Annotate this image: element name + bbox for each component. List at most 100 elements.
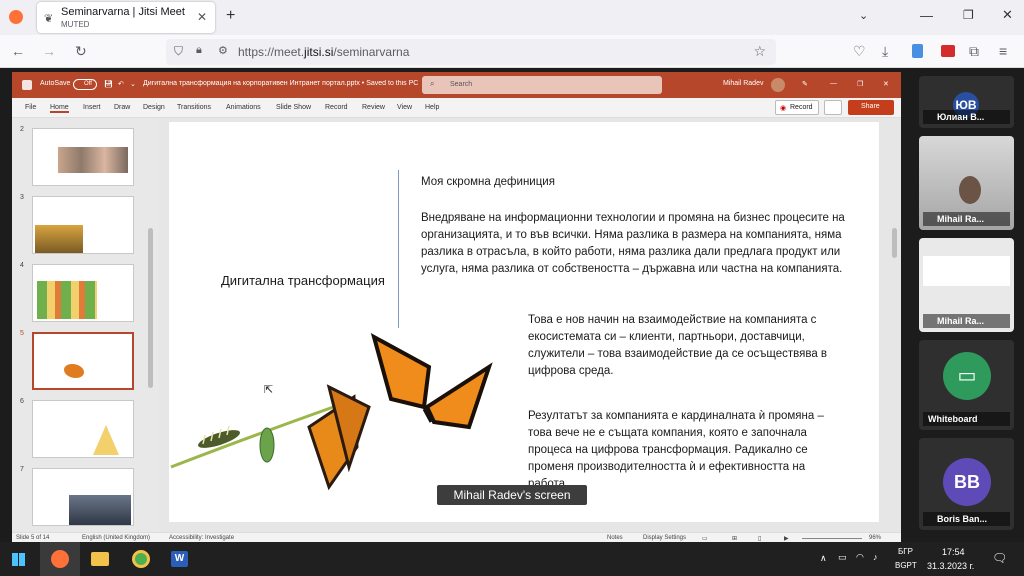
slide-sorter-icon[interactable]: ⊞ bbox=[732, 535, 737, 542]
menu-design[interactable]: Design bbox=[143, 104, 165, 111]
word-icon[interactable]: W bbox=[171, 551, 188, 567]
extension-red-icon[interactable] bbox=[941, 45, 955, 57]
shared-screen-powerpoint[interactable]: AutoSave Off 💾︎ ↶ ⌄ Дигитална трансформа… bbox=[12, 72, 901, 544]
zoom-slider[interactable] bbox=[802, 538, 862, 539]
participant-tile[interactable]: ЮВ Юлиан В... bbox=[919, 76, 1014, 128]
mouse-cursor-icon: ⇱ bbox=[264, 384, 274, 396]
quick-access-icon[interactable]: ⌄ bbox=[130, 80, 136, 88]
undo-icon[interactable]: ↶ bbox=[118, 80, 124, 88]
participant-tile[interactable]: BB Boris Ban... bbox=[919, 438, 1014, 530]
slide-thumbnail-7[interactable] bbox=[32, 468, 134, 526]
comments-icon[interactable] bbox=[824, 100, 842, 115]
whiteboard-tile[interactable]: ▭ Whiteboard bbox=[919, 340, 1014, 430]
tab-close-icon[interactable]: ✕ bbox=[197, 10, 207, 24]
tray-arrow-icon[interactable]: ∧ bbox=[820, 553, 827, 564]
firefox-icon[interactable] bbox=[9, 10, 23, 24]
reading-view-icon[interactable]: ▯ bbox=[758, 535, 761, 542]
menu-review[interactable]: Review bbox=[362, 104, 385, 111]
forward-icon[interactable]: → bbox=[42, 43, 56, 59]
restore-icon[interactable]: ❐ bbox=[963, 8, 974, 22]
taskbar-firefox-active[interactable] bbox=[40, 542, 80, 576]
menu-animations[interactable]: Animations bbox=[226, 104, 261, 111]
autosave-toggle[interactable]: Off bbox=[73, 79, 97, 90]
volume-icon[interactable]: ♪ bbox=[873, 552, 878, 562]
slide-thumbnail-5-selected[interactable] bbox=[32, 332, 134, 390]
back-icon[interactable]: ← bbox=[11, 43, 25, 59]
new-tab-icon[interactable]: + bbox=[226, 7, 235, 25]
participant-tile-video[interactable]: Mihail Ra... bbox=[919, 136, 1014, 230]
menu-file[interactable]: File bbox=[25, 104, 36, 111]
slide-thumbnail-4[interactable] bbox=[32, 264, 134, 322]
thumbnail-scrollbar[interactable] bbox=[148, 228, 153, 388]
menu-record[interactable]: Record bbox=[325, 104, 348, 111]
permissions-icon[interactable]: ⚙ bbox=[218, 44, 228, 57]
jitsi-favicon-icon: ❦ bbox=[44, 13, 54, 25]
slide-thumbnail-2[interactable] bbox=[32, 128, 134, 186]
user-name: Mihail Radev bbox=[723, 80, 764, 87]
menu-transitions[interactable]: Transitions bbox=[177, 104, 211, 111]
ppt-minimize-icon[interactable]: — bbox=[830, 80, 837, 87]
browser-nav-bar: ← → ↻ ⛉ 🔒︎ ⚙ https://meet.jitsi.si/semin… bbox=[0, 35, 1024, 68]
file-explorer-icon[interactable] bbox=[91, 552, 109, 566]
notifications-icon[interactable]: 🗨︎ bbox=[992, 551, 1007, 565]
normal-view-icon[interactable]: ▭ bbox=[702, 535, 708, 542]
windows-start-icon[interactable] bbox=[12, 553, 25, 566]
slide-thumbnail-3[interactable] bbox=[32, 196, 134, 254]
menu-insert[interactable]: Insert bbox=[83, 104, 101, 111]
slide-paragraph-2: Това е нов начин на взаимодействие на ко… bbox=[528, 314, 828, 377]
extension-doc-icon[interactable] bbox=[912, 44, 923, 58]
slide-divider-line bbox=[398, 170, 399, 328]
display-settings-button[interactable]: Display Settings bbox=[643, 535, 686, 541]
chrome-icon[interactable] bbox=[132, 550, 150, 568]
menu-home[interactable]: Home bbox=[50, 104, 69, 113]
tab-list-icon[interactable]: ⌄ bbox=[859, 9, 868, 22]
participant-tile-screen[interactable]: Mihail Ra... bbox=[919, 238, 1014, 332]
downloads-icon[interactable]: ⤓ bbox=[882, 43, 888, 60]
reload-icon[interactable]: ↻ bbox=[75, 43, 87, 60]
minimize-icon[interactable]: — bbox=[920, 8, 933, 23]
notes-button[interactable]: Notes bbox=[607, 535, 623, 541]
bookmark-star-icon[interactable]: ☆ bbox=[753, 43, 766, 60]
current-slide[interactable]: Дигитална трансформация Моя скромна дефи… bbox=[169, 122, 879, 522]
slide-thumbnail-6[interactable] bbox=[32, 400, 134, 458]
record-button[interactable]: ◉ Record bbox=[775, 100, 819, 115]
slideshow-icon[interactable]: ▶ bbox=[784, 535, 789, 542]
extensions-icon[interactable]: ⧉ bbox=[969, 43, 979, 60]
whiteboard-icon: ▭ bbox=[943, 352, 991, 400]
ppt-close-icon[interactable]: ✕ bbox=[883, 80, 889, 88]
participant-name: Mihail Ra... bbox=[923, 314, 1010, 328]
slide-thumbnail-pane: 2 3 4 5 6 7 bbox=[12, 118, 159, 532]
save-icon[interactable]: 💾︎ bbox=[104, 80, 113, 88]
pocket-icon[interactable]: ♡ bbox=[853, 43, 866, 60]
clock-time[interactable]: 17:54 bbox=[942, 547, 965, 557]
url-bar[interactable]: ⛉ 🔒︎ ⚙ https://meet.jitsi.si/seminarvarn… bbox=[166, 39, 776, 65]
keyboard-layout[interactable]: BGPT bbox=[895, 561, 917, 570]
browser-tab[interactable]: ❦ Seminarvarna | Jitsi Meet MUTED ✕ bbox=[37, 2, 215, 33]
language-indicator[interactable]: БГР bbox=[898, 547, 913, 556]
lock-icon[interactable]: 🔒︎ bbox=[196, 44, 202, 57]
pen-icon[interactable]: ✎ bbox=[802, 80, 808, 88]
screen-share-label: Mihail Radev's screen bbox=[437, 485, 587, 505]
autosave-label: AutoSave bbox=[40, 80, 71, 87]
tab-title: Seminarvarna | Jitsi Meet bbox=[61, 6, 185, 18]
share-button[interactable]: Share bbox=[848, 100, 894, 115]
close-window-icon[interactable]: ✕ bbox=[1002, 7, 1013, 23]
language-status[interactable]: English (United Kingdom) bbox=[82, 535, 150, 541]
wifi-icon[interactable]: ◠ bbox=[856, 552, 864, 563]
ppt-logo-icon bbox=[22, 80, 32, 90]
menu-icon[interactable]: ≡ bbox=[999, 43, 1007, 59]
clock-date[interactable]: 31.3.2023 г. bbox=[927, 561, 974, 571]
user-avatar[interactable] bbox=[771, 78, 785, 92]
accessibility-status[interactable]: Accessibility: Investigate bbox=[169, 535, 234, 541]
menu-draw[interactable]: Draw bbox=[114, 104, 130, 111]
menu-slide-show[interactable]: Slide Show bbox=[276, 104, 311, 111]
menu-view[interactable]: View bbox=[397, 104, 412, 111]
shield-icon[interactable]: ⛉ bbox=[174, 44, 183, 59]
battery-icon[interactable]: ▭ bbox=[838, 552, 847, 563]
ppt-search-box[interactable]: ⌕ Search bbox=[422, 76, 662, 94]
zoom-level[interactable]: 96% bbox=[869, 535, 881, 541]
ppt-restore-icon[interactable]: ❐ bbox=[857, 80, 863, 88]
menu-help[interactable]: Help bbox=[425, 104, 439, 111]
slide-scrollbar[interactable] bbox=[892, 228, 897, 258]
slide-paragraph-3: Резултатът за компанията е кардиналната … bbox=[528, 410, 824, 490]
